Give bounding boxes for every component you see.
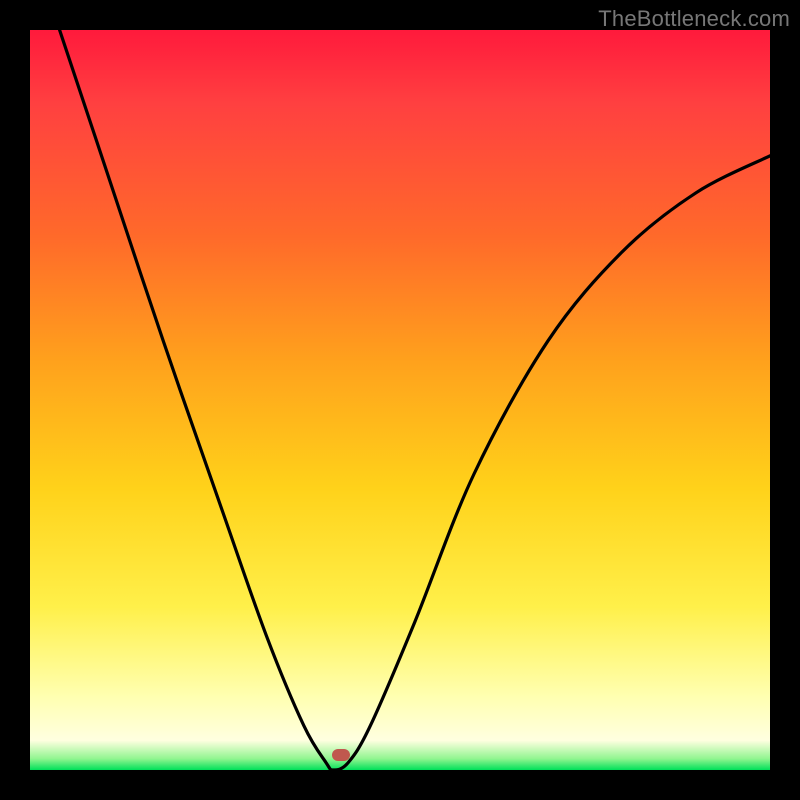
bottleneck-marker [332, 749, 350, 761]
chart-frame: TheBottleneck.com [0, 0, 800, 800]
watermark-text: TheBottleneck.com [598, 6, 790, 32]
bottleneck-curve [30, 30, 770, 770]
